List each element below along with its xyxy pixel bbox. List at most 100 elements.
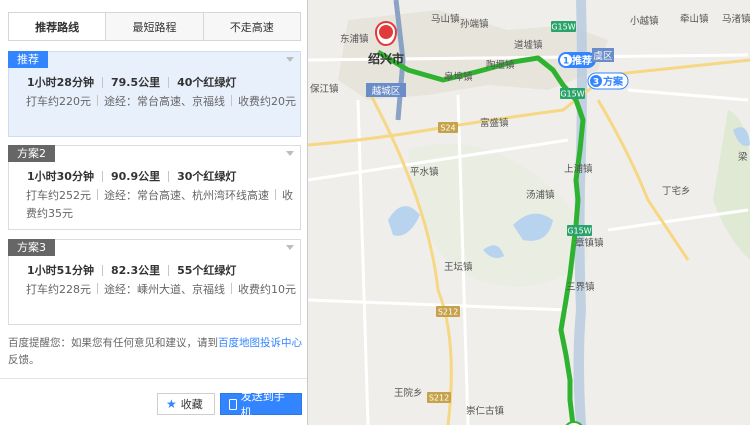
svg-text:东浦镇: 东浦镇 — [340, 33, 369, 45]
collapse-arrow-icon[interactable] — [286, 245, 294, 250]
svg-text:平水镇: 平水镇 — [410, 166, 439, 178]
svg-text:3: 3 — [593, 78, 599, 88]
svg-text:G15W: G15W — [551, 23, 575, 32]
road-shield: S212 — [436, 306, 460, 317]
district-fragment: 虞区 — [592, 48, 614, 62]
complaint-center-link[interactable]: 百度地图投诉中心 — [218, 337, 302, 349]
route-tabs: 推荐路线 最短路程 不走高速 — [8, 12, 301, 41]
collapse-arrow-icon[interactable] — [286, 151, 294, 156]
star-icon: ★ — [166, 397, 177, 411]
map-view[interactable]: G15W G15W G15W S24 S212 S212 越城区 东浦镇 保江镇… — [308, 0, 750, 425]
divider — [97, 189, 98, 200]
svg-text:虞区: 虞区 — [593, 50, 613, 62]
route-stats: 1小时51分钟 82.3公里 55个红绿灯 — [27, 262, 236, 278]
tip-text: 百度提醒您：如果您有任何意见和建议，请到 — [8, 337, 218, 349]
route-panel: 推荐路线 最短路程 不走高速 推荐 1小时28分钟 79.5公里 40个红绿灯 … — [0, 0, 308, 425]
svg-text:马山镇: 马山镇 — [431, 13, 460, 25]
svg-text:S24: S24 — [440, 124, 455, 133]
divider — [0, 378, 307, 379]
tab-shortest[interactable]: 最短路程 — [106, 13, 204, 40]
route-time: 1小时28分钟 — [27, 76, 94, 89]
highway-shield: G15W — [551, 21, 576, 32]
divider — [168, 76, 170, 88]
svg-text:S212: S212 — [429, 394, 449, 403]
divider — [275, 189, 276, 200]
recommended-route-pin[interactable]: 1 推荐 — [558, 52, 596, 68]
svg-text:方案: 方案 — [603, 75, 624, 88]
tab-recommended[interactable]: 推荐路线 — [9, 13, 107, 40]
svg-text:推荐: 推荐 — [572, 54, 592, 67]
divider — [168, 264, 170, 276]
route-distance: 79.5公里 — [110, 76, 161, 89]
route-time: 1小时51分钟 — [27, 264, 94, 277]
divider — [97, 283, 98, 294]
svg-text:陶堰镇: 陶堰镇 — [486, 59, 515, 71]
divider — [168, 170, 170, 182]
divider — [101, 170, 103, 182]
divider — [97, 95, 98, 106]
map-canvas[interactable]: G15W G15W G15W S24 S212 S212 越城区 东浦镇 保江镇… — [308, 0, 750, 425]
svg-text:丁宅乡: 丁宅乡 — [662, 185, 691, 197]
collapse-arrow-icon[interactable] — [286, 57, 294, 62]
divider — [101, 264, 103, 276]
divider — [231, 283, 232, 294]
route-badge: 方案2 — [8, 145, 55, 162]
route-info: 打车约228元 途经：嵊州大道、京福线 收费约10元 — [26, 281, 298, 299]
route-toll: 收费约10元 — [238, 283, 296, 296]
send-to-phone-button[interactable]: 发送到手机 — [220, 390, 302, 419]
city-label: 绍兴市 — [368, 51, 404, 66]
svg-text:上浦镇: 上浦镇 — [564, 163, 593, 175]
route-taxi: 打车约228元 — [26, 283, 91, 296]
svg-text:道墟镇: 道墟镇 — [514, 39, 543, 51]
svg-text:S212: S212 — [438, 308, 458, 317]
route-lights: 55个红绿灯 — [177, 264, 237, 277]
svg-text:王坛镇: 王坛镇 — [444, 261, 473, 273]
route-card-2[interactable]: 方案2 1小时30分钟 90.9公里 30个红绿灯 打车约252元 途经：常台高速… — [8, 145, 301, 230]
favorite-label: 收藏 — [180, 398, 203, 411]
route-lights: 30个红绿灯 — [177, 170, 237, 183]
favorite-button[interactable]: ★ 收藏 — [157, 393, 215, 415]
road-shield: S212 — [427, 392, 451, 403]
svg-text:崇仁古镇: 崇仁古镇 — [466, 405, 505, 417]
route-via: 途经：常台高速、杭州湾环线高速 — [104, 189, 269, 202]
route-lights: 40个红绿灯 — [177, 76, 237, 89]
route-badge: 推荐 — [8, 51, 48, 68]
svg-text:马渚镇: 马渚镇 — [722, 13, 750, 25]
highway-shield: G15W — [567, 225, 592, 236]
route-distance: 82.3公里 — [110, 264, 161, 277]
route-taxi: 打车约252元 — [26, 189, 91, 202]
svg-text:王院乡: 王院乡 — [394, 387, 423, 399]
tab-no-highway[interactable]: 不走高速 — [204, 13, 300, 40]
svg-text:章镇镇: 章镇镇 — [575, 237, 604, 249]
svg-text:汤浦镇: 汤浦镇 — [526, 189, 555, 201]
route-distance: 90.9公里 — [110, 170, 161, 183]
divider — [231, 95, 232, 106]
svg-text:保江镇: 保江镇 — [310, 83, 339, 95]
svg-text:1: 1 — [563, 57, 569, 67]
route-card-1[interactable]: 推荐 1小时28分钟 79.5公里 40个红绿灯 打车约220元 途经：常台高速、… — [8, 51, 301, 137]
svg-text:越城区: 越城区 — [372, 85, 401, 97]
svg-text:三界镇: 三界镇 — [566, 281, 595, 293]
route-card-3[interactable]: 方案3 1小时51分钟 82.3公里 55个红绿灯 打车约228元 途经：嵊州大道… — [8, 239, 301, 325]
feedback-tip: 百度提醒您：如果您有任何意见和建议，请到百度地图投诉中心反馈。 — [8, 335, 304, 369]
route-via: 途经：常台高速、京福线 — [104, 95, 225, 108]
route-time: 1小时30分钟 — [27, 170, 94, 183]
road-shield: S24 — [438, 122, 458, 133]
phone-icon — [229, 398, 237, 410]
svg-text:小越镇: 小越镇 — [630, 15, 659, 27]
plan-route-pin[interactable]: 3 方案 — [587, 72, 629, 90]
reservoir — [388, 206, 420, 236]
route-badge: 方案3 — [8, 239, 55, 256]
route-info: 打车约220元 途经：常台高速、京福线 收费约20元 — [26, 93, 298, 111]
divider — [101, 76, 103, 88]
svg-text:皋埠镇: 皋埠镇 — [444, 71, 473, 83]
svg-text:孙端镇: 孙端镇 — [460, 18, 489, 30]
route-toll: 收费约20元 — [238, 95, 296, 108]
svg-text:G15W: G15W — [567, 227, 591, 236]
send-label: 发送到手机 — [240, 390, 285, 419]
end-marker-icon[interactable] — [374, 21, 398, 47]
tip-text-end: 反馈。 — [8, 354, 40, 366]
svg-text:梁: 梁 — [738, 151, 748, 163]
route-stats: 1小时28分钟 79.5公里 40个红绿灯 — [27, 74, 236, 90]
district-tag: 越城区 — [366, 83, 406, 97]
